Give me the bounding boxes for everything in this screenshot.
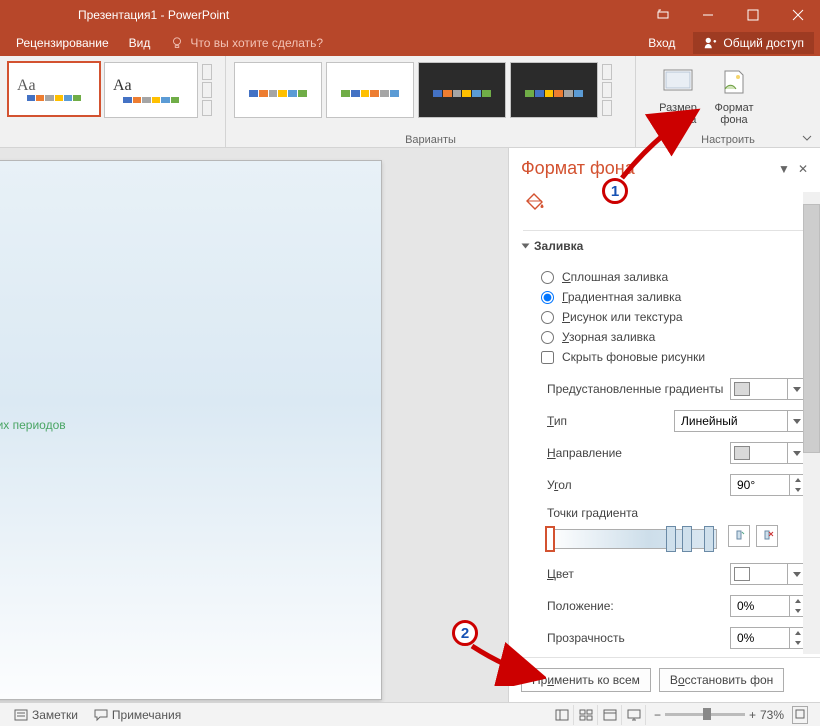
aa-icon: Aa: [113, 77, 132, 95]
share-button[interactable]: Общий доступ: [693, 32, 814, 54]
add-stop-button[interactable]: [728, 525, 750, 547]
gallery-more[interactable]: [202, 100, 212, 116]
slide-size-button[interactable]: Размер слайда: [650, 64, 706, 126]
window-title: Презентация1 - PowerPoint: [78, 8, 229, 22]
view-slideshow-icon[interactable]: [624, 705, 646, 725]
variant-2[interactable]: [326, 62, 414, 118]
radio-gradient-fill[interactable]: [541, 291, 554, 304]
format-background-button[interactable]: Формат фона: [706, 64, 762, 126]
color-dropdown[interactable]: [730, 563, 806, 585]
share-icon: [703, 36, 717, 50]
apply-all-button[interactable]: Применить ко всем: [521, 668, 651, 692]
aa-icon: Aa: [17, 77, 36, 95]
radio-solid-fill[interactable]: [541, 271, 554, 284]
label-direction: Направление: [547, 446, 730, 460]
slide-canvas[interactable]: ологическаяшкала х геологических периодо…: [0, 148, 508, 702]
gradient-stops-bar[interactable]: [547, 529, 717, 549]
collapse-ribbon-icon[interactable]: [800, 131, 814, 145]
variant-more[interactable]: [602, 100, 612, 116]
label-picture-fill: Рисунок или текстура: [562, 310, 683, 324]
position-spinner[interactable]: 0%: [730, 595, 806, 617]
remove-stop-button[interactable]: [756, 525, 778, 547]
slide-title[interactable]: ологическаяшкала: [0, 221, 381, 344]
fill-tab-icon[interactable]: [521, 189, 820, 218]
bulb-icon: [170, 36, 184, 50]
view-sorter-icon[interactable]: [576, 705, 598, 725]
ribbon-label-setup: Настроить: [636, 134, 820, 146]
direction-dropdown[interactable]: [730, 442, 806, 464]
fill-section-header[interactable]: Заливка: [523, 230, 806, 261]
label-hide-graphics: Скрыть фоновые рисунки: [562, 350, 705, 364]
radio-pattern-fill[interactable]: [541, 331, 554, 344]
reset-background-button[interactable]: Восстановить фон: [659, 668, 784, 692]
zoom-in-button[interactable]: +: [749, 708, 756, 722]
zoom-value[interactable]: 73%: [760, 708, 784, 722]
label-color: Цвет: [547, 567, 730, 581]
label-stops: Точки градиента: [547, 506, 806, 520]
pane-scrollbar[interactable]: [803, 192, 820, 654]
tab-review[interactable]: Рецензирование: [6, 29, 119, 56]
view-reading-icon[interactable]: [600, 705, 622, 725]
maximize-button[interactable]: [730, 0, 775, 29]
view-normal-icon[interactable]: [552, 705, 574, 725]
preset-dropdown[interactable]: [730, 378, 806, 400]
label-angle: Угол: [547, 478, 730, 492]
variant-3[interactable]: [418, 62, 506, 118]
slide-subtitle[interactable]: х геологических периодоввития Земли: [0, 406, 381, 468]
type-dropdown[interactable]: Линейный: [674, 410, 806, 432]
ribbon-label-variants: Варианты: [226, 134, 635, 146]
notes-button[interactable]: Заметки: [6, 708, 86, 722]
gallery-up[interactable]: [202, 64, 212, 80]
fit-window-icon[interactable]: [792, 706, 808, 724]
label-type: Тип: [547, 414, 674, 428]
close-button[interactable]: [775, 0, 820, 29]
pane-title: Формат фона: [521, 158, 635, 179]
variant-4[interactable]: [510, 62, 598, 118]
format-background-pane: Формат фона ▼ ✕ Заливка Сплошная заливка…: [508, 148, 820, 702]
variant-up[interactable]: [602, 64, 612, 80]
label-gradient-fill: Градиентная заливка: [562, 290, 681, 304]
label-pattern-fill: Узорная заливка: [562, 330, 655, 344]
label-transparency: Прозрачность: [547, 631, 730, 645]
gallery-down[interactable]: [202, 82, 212, 98]
label-solid-fill: Сплошная заливка: [562, 270, 668, 284]
angle-spinner[interactable]: 90°: [730, 474, 806, 496]
pane-options-icon[interactable]: ▼: [778, 162, 790, 176]
variant-1[interactable]: [234, 62, 322, 118]
layout-thumb-1[interactable]: Aa: [7, 61, 101, 117]
signin-button[interactable]: Вход: [638, 29, 685, 56]
slide[interactable]: ологическаяшкала х геологических периодо…: [0, 160, 382, 700]
radio-picture-fill[interactable]: [541, 311, 554, 324]
zoom-slider[interactable]: [665, 713, 745, 716]
label-position: Положение:: [547, 599, 730, 613]
zoom-out-button[interactable]: −: [654, 708, 661, 722]
tab-view[interactable]: Вид: [119, 29, 161, 56]
ribbon-options-icon[interactable]: [640, 0, 685, 29]
variant-down[interactable]: [602, 82, 612, 98]
pane-close-icon[interactable]: ✕: [798, 162, 808, 176]
transparency-spinner[interactable]: 0%: [730, 627, 806, 649]
label-preset: Предустановленные градиенты: [547, 382, 730, 396]
comments-button[interactable]: Примечания: [86, 708, 189, 722]
minimize-button[interactable]: [685, 0, 730, 29]
tell-me-input[interactable]: Что вы хотите сделать?: [160, 36, 333, 50]
checkbox-hide-graphics[interactable]: [541, 351, 554, 364]
layout-thumb-2[interactable]: Aa: [104, 62, 198, 118]
